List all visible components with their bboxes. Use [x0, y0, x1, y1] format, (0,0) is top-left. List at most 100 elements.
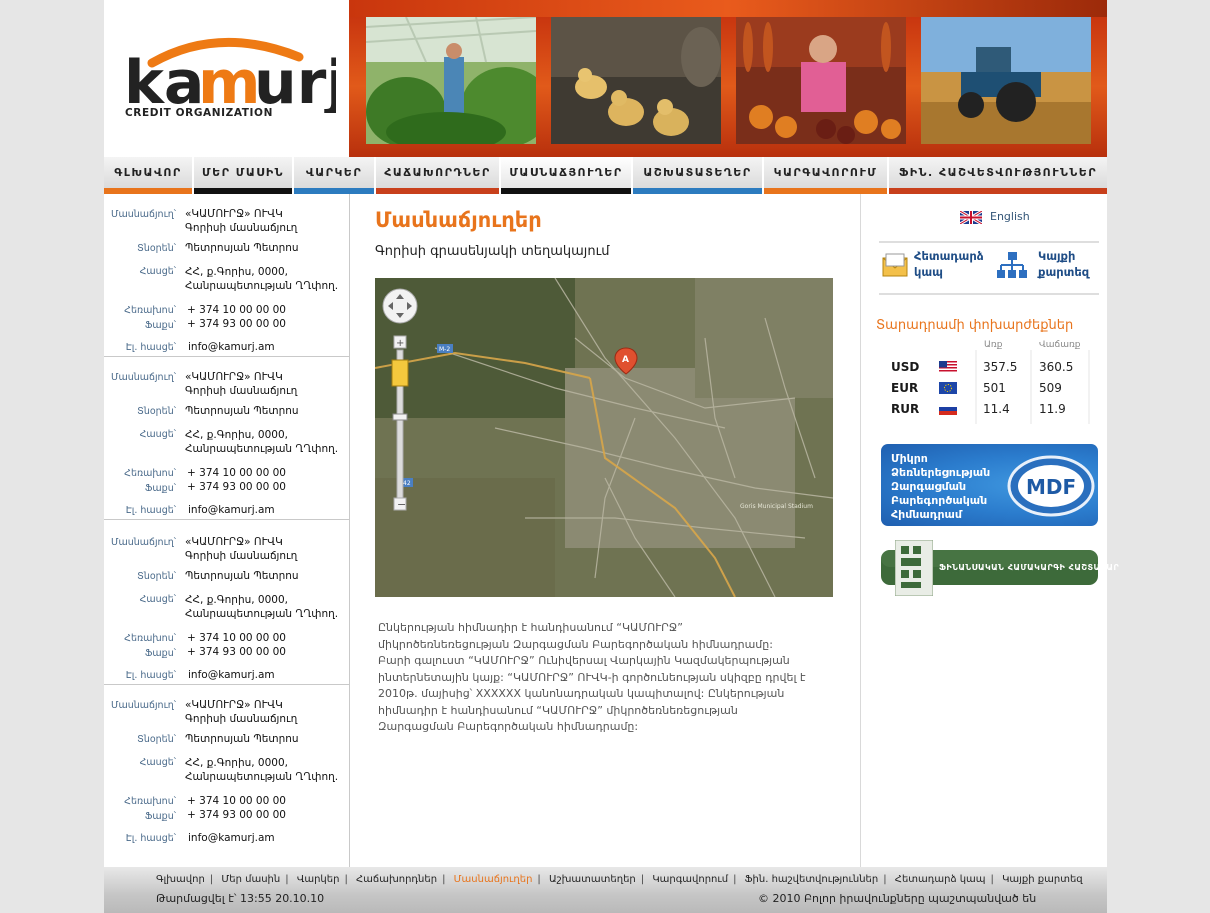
site-container: ka m urj CREDIT ORGANIZATION [104, 0, 1119, 913]
svg-text:−: − [397, 498, 406, 511]
menu-item-branches[interactable]: ՄԱՍՆԱՃՅՈՒՂԵՐ [501, 157, 633, 194]
fax-label: Ֆաքս՝ [144, 483, 176, 494]
map-pan-control[interactable] [382, 288, 418, 324]
footer-link-sitemap[interactable]: Կայքի քարտեզ [1002, 874, 1083, 885]
main-content: Մասնաճյուղեր Գորիսի գրասենյակի տեղակայու… [351, 194, 860, 867]
branch-label: Մասնաճյուղ՝ [110, 537, 176, 548]
branch-card: Մասնաճյուղ՝ «ԿԱՄՈՒՐՋ» ՈՒՎԿ Գորիսի մասնաճյ… [104, 194, 350, 357]
rate-row-eur: EUR 501 509 [891, 381, 1062, 395]
footer-link-financial-reports[interactable]: Ֆին. հաշվետվություններ [745, 874, 879, 885]
footer: Գլխավոր | Մեր մասին | Վարկեր | Հաճախորդներ |… [104, 867, 1107, 913]
mdf-banner[interactable]: Միկրո Ձեռներեցության Զարգացման Բարեգործա… [881, 444, 1098, 526]
director-name: Պետրոսյան Պետրոս [185, 405, 299, 417]
menu-item-jobs[interactable]: ԱՇԽԱՏԱՏԵՂԵՐ [633, 157, 764, 194]
ombudsman-logo-icon [895, 540, 933, 596]
phone-value: + 374 10 00 00 00 [187, 632, 286, 644]
director-label: Տնօրեն՝ [137, 243, 176, 254]
menu-item-home[interactable]: ԳԼԽԱՎՈՐ [104, 157, 194, 194]
branch-name: «ԿԱՄՈՒՐՋ» ՈՒՎԿ Գորիսի մասնաճյուղ [185, 536, 298, 562]
copyright: © 2010 Բոլոր իրավունքները պաշտպանված են [758, 892, 1037, 905]
svg-text:ka: ka [124, 48, 204, 113]
svg-text:urj: urj [254, 48, 336, 113]
financial-ombudsman-banner[interactable]: ՖԻՆԱՆՍԱԿԱՆ ՀԱՄԱԿԱՐԳԻ ՀԱՇՏԱՐԱՐ [881, 540, 1119, 596]
address-label: Հասցե՝ [139, 757, 176, 768]
phone-value: + 374 10 00 00 00 [187, 304, 286, 316]
branch-list: Մասնաճյուղ՝ «ԿԱՄՈՒՐՋ» ՈՒՎԿ Գորիսի մասնաճյ… [104, 194, 350, 867]
footer-link-home[interactable]: Գլխավոր [156, 874, 205, 885]
map-place-label: Goris Municipal Stadium [740, 503, 813, 510]
footer-link-feedback[interactable]: Հետադարձ կապ [895, 874, 986, 885]
envelope-icon [882, 252, 908, 283]
header: ka m urj CREDIT ORGANIZATION [104, 0, 1107, 157]
svg-text:A: A [622, 355, 629, 365]
footer-link-regulation[interactable]: Կարգավորում [652, 874, 728, 885]
email-link[interactable]: info@kamurj.am [188, 503, 275, 517]
chicks-photo [551, 17, 721, 144]
fax-value: + 374 93 00 00 00 [187, 318, 286, 330]
address-label: Հասցե՝ [139, 429, 176, 440]
logo[interactable]: ka m urj CREDIT ORGANIZATION [104, 0, 349, 157]
rate-row-usd: USD 357.5 360.5 [891, 360, 1074, 374]
header-banner [349, 0, 1107, 157]
logo-subtitle: CREDIT ORGANIZATION [125, 107, 273, 119]
last-updated: Թարմացվել է՝ 13:55 20.10.10 [156, 892, 325, 905]
address-value: ՀՀ, ք.Գորիս, 0000, Հանրապետության ՂՂփող. [185, 429, 339, 455]
ru-flag-icon [939, 403, 957, 415]
branch-label: Մասնաճյուղ՝ [110, 372, 176, 383]
footer-link-jobs[interactable]: Աշխատատեղեր [549, 874, 636, 885]
footer-link-about[interactable]: Մեր մասին [221, 874, 280, 885]
branch-card: Մասնաճյուղ՝ «ԿԱՄՈՒՐՋ» ՈՒՎԿ Գորիսի մասնաճյ… [104, 357, 350, 520]
menu-item-about[interactable]: ՄԵՐ ՄԱՍԻՆ [194, 157, 294, 194]
director-name: Պետրոսյան Պետրոս [185, 570, 299, 582]
director-label: Տնօրեն՝ [137, 571, 176, 582]
svg-text:+: + [396, 338, 404, 349]
page-title: Մասնաճյուղեր [375, 208, 542, 232]
menu-item-loans[interactable]: ՎԱՐԿԵՐ [294, 157, 376, 194]
phone-label: Հեռախոս՝ [124, 305, 176, 316]
feedback-link[interactable]: Հետադարձ կապ [914, 248, 984, 280]
branch-description: Ընկերության հիմնադիր է հանդիսանում “ԿԱՄՈ… [378, 621, 806, 733]
email-link[interactable]: info@kamurj.am [188, 831, 275, 845]
phone-value: + 374 10 00 00 00 [187, 467, 286, 479]
fax-label: Ֆաքս՝ [144, 811, 176, 822]
language-switch[interactable]: English [960, 210, 1030, 224]
sitemap-link[interactable]: Կայքի քարտեզ [1038, 248, 1089, 280]
fax-label: Ֆաքս՝ [144, 648, 176, 659]
branch-label: Մասնաճյուղ՝ [110, 209, 176, 220]
eu-flag-icon [939, 382, 957, 394]
branch-card: Մասնաճյուղ՝ «ԿԱՄՈՒՐՋ» ՈՒՎԿ Գորիսի մասնաճյ… [104, 685, 350, 848]
email-link[interactable]: info@kamurj.am [188, 668, 275, 682]
language-label: English [990, 210, 1030, 223]
mdf-banner-text: Միկրո Ձեռներեցության Զարգացման Բարեգործա… [891, 452, 991, 521]
fax-value: + 374 93 00 00 00 [187, 646, 286, 658]
footer-link-clients[interactable]: Հաճախորդներ [356, 874, 437, 885]
email-label: Էլ. հասցե՝ [125, 833, 176, 844]
branch-card: Մասնաճյուղ՝ «ԿԱՄՈՒՐՋ» ՈՒՎԿ Գորիսի մասնաճյ… [104, 522, 350, 685]
menu-item-clients[interactable]: ՀԱՃԱԽՈՐԴՆԵՐ [376, 157, 501, 194]
branch-name: «ԿԱՄՈՒՐՋ» ՈՒՎԿ Գորիսի մասնաճյուղ [185, 699, 298, 725]
address-label: Հասցե՝ [139, 266, 176, 277]
address-value: ՀՀ, ք.Գորիս, 0000, Հանրապետության ՂՂփող. [185, 266, 339, 292]
main-menu: ԳԼԽԱՎՈՐ ՄԵՐ ՄԱՍԻՆ ՎԱՐԿԵՐ ՀԱՃԱԽՈՐԴՆԵՐ ՄԱՍ… [104, 157, 1107, 194]
tractor-field-photo [921, 17, 1091, 144]
phone-label: Հեռախոս՝ [124, 796, 176, 807]
fax-label: Ֆաքս՝ [144, 320, 176, 331]
menu-item-financial-reports[interactable]: ՖԻՆ. ՀԱՇՎԵՏՎՈՒԹՅՈՒՆՆԵՐ [889, 157, 1107, 194]
menu-item-regulation[interactable]: ԿԱՐԳԱՎՈՐՈՒՄ [764, 157, 889, 194]
footer-link-branches[interactable]: Մասնաճյուղեր [454, 874, 533, 885]
mdf-logo-icon: MDF [1007, 455, 1095, 517]
email-link[interactable]: info@kamurj.am [188, 340, 275, 354]
map-road-label: M-2 [439, 346, 450, 353]
svg-text:m: m [198, 48, 261, 113]
rate-row-rur: RUR 11.4 11.9 [891, 402, 1066, 416]
fax-value: + 374 93 00 00 00 [187, 481, 286, 493]
footer-link-loans[interactable]: Վարկեր [297, 874, 340, 885]
location-map[interactable]: M-2 42 Goris Municipal Stadium A + − [375, 278, 833, 597]
branch-label: Մասնաճյուղ՝ [110, 700, 176, 711]
fax-value: + 374 93 00 00 00 [187, 809, 286, 821]
phone-value: + 374 10 00 00 00 [187, 795, 286, 807]
kamurj-logo-icon: ka m urj [124, 37, 336, 113]
address-label: Հասցե՝ [139, 594, 176, 605]
us-flag-icon [939, 361, 957, 373]
page-subtitle: Գորիսի գրասենյակի տեղակայում [375, 244, 610, 259]
